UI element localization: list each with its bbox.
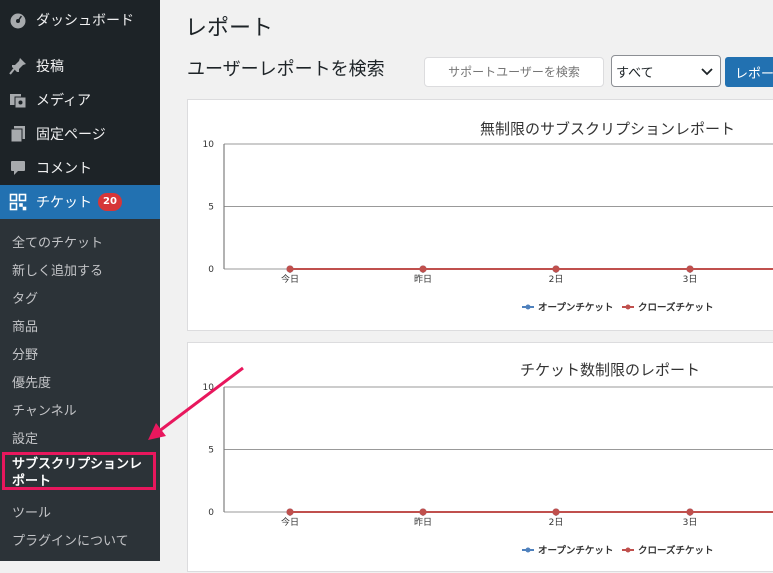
y-tick-label: 0 [208, 265, 214, 275]
submenu-about-plugin[interactable]: プラグインについて [12, 530, 129, 549]
y-tick-label: 5 [208, 446, 214, 456]
unlimited-subscription-report-panel: 無制限のサブスクリプションレポート 0 5 10 今日 昨日 2日 3日 オープンチケット クロ… [187, 99, 773, 331]
x-tick-label: 昨日 [414, 273, 432, 285]
search-section-title: ユーザーレポートを検索 [187, 59, 385, 80]
x-tick-label: 2日 [549, 517, 564, 528]
menu-tickets[interactable]: チケット 20 [0, 185, 160, 219]
x-tick-label: 3日 [683, 274, 698, 285]
legend-marker [525, 547, 531, 553]
filter-select[interactable]: すべて [611, 55, 721, 87]
submenu-tools[interactable]: ツール [12, 502, 51, 521]
submenu-channels[interactable]: チャンネル [12, 400, 77, 419]
ticket-limit-report-panel: チケット数制限のレポート 0 5 10 今日 昨日 2日 3日 オープンチケット クローズチケッ… [187, 342, 773, 572]
x-tick-label: 2日 [549, 274, 564, 285]
legend-label: クローズチケット [638, 302, 714, 314]
menu-tickets-label: チケット [36, 195, 92, 211]
data-point [419, 265, 427, 273]
page-title: レポート [185, 16, 274, 41]
data-point [686, 265, 694, 273]
submenu-fields[interactable]: 分野 [12, 344, 38, 363]
legend-label: オープンチケット [538, 302, 613, 314]
y-tick-label: 10 [203, 383, 215, 393]
pin-icon [8, 56, 28, 76]
data-point [552, 265, 560, 273]
y-tick-label: 0 [208, 508, 214, 518]
highlight-annotation-box [2, 452, 156, 490]
menu-comments-label: コメント [36, 161, 92, 177]
menu-dashboard-label: ダッシュボード [36, 13, 134, 29]
comment-icon [8, 158, 28, 178]
tickets-submenu: 全てのチケット 新しく追加する タグ 商品 分野 優先度 チャンネル 設定 サブ… [0, 219, 160, 561]
x-tick-label: 3日 [683, 517, 698, 528]
menu-media-label: メディア [36, 93, 92, 109]
submenu-add-new[interactable]: 新しく追加する [12, 260, 103, 279]
menu-posts-label: 投稿 [36, 59, 64, 75]
data-point [552, 508, 560, 516]
menu-comments[interactable]: コメント [0, 151, 160, 185]
menu-dashboard[interactable]: ダッシュボード [0, 3, 160, 37]
legend-label: クローズチケット [638, 545, 714, 557]
submenu-all-tickets[interactable]: 全てのチケット [12, 232, 103, 251]
page-icon [8, 124, 28, 144]
legend-marker [625, 304, 631, 310]
x-tick-label: 今日 [281, 516, 299, 528]
chevron-down-icon [700, 64, 714, 82]
ticket-count-badge: 20 [98, 193, 122, 211]
data-point [419, 508, 427, 516]
ticket-limit-chart: 0 5 10 今日 昨日 2日 3日オープンチケット クローズチケット [203, 383, 773, 557]
ticket-grid-icon [8, 192, 28, 212]
unlimited-subscription-chart: 0 5 10 今日 昨日 2日 3日オープンチケット クローズチケット [203, 140, 773, 314]
y-tick-label: 5 [208, 203, 214, 213]
submenu-tags[interactable]: タグ [12, 288, 38, 307]
data-point [686, 508, 694, 516]
x-tick-label: 今日 [281, 273, 299, 285]
menu-posts[interactable]: 投稿 [0, 49, 160, 83]
submenu-products[interactable]: 商品 [12, 316, 38, 335]
filter-select-value: すべて [616, 65, 654, 81]
data-point [286, 508, 294, 516]
y-tick-label: 10 [203, 140, 215, 150]
legend-marker [525, 304, 531, 310]
submenu-settings[interactable]: 設定 [12, 428, 38, 447]
report-button[interactable]: レポー [725, 57, 773, 87]
legend-label: オープンチケット [538, 545, 613, 557]
x-tick-label: 昨日 [414, 516, 432, 528]
submenu-priority[interactable]: 優先度 [12, 372, 51, 391]
legend-marker [625, 547, 631, 553]
dashboard-icon [8, 10, 28, 30]
support-user-search-input[interactable] [424, 57, 604, 87]
menu-pages-label: 固定ページ [36, 127, 106, 143]
data-point [286, 265, 294, 273]
menu-media[interactable]: メディア [0, 83, 160, 117]
media-icon [8, 90, 28, 110]
menu-pages[interactable]: 固定ページ [0, 117, 160, 151]
